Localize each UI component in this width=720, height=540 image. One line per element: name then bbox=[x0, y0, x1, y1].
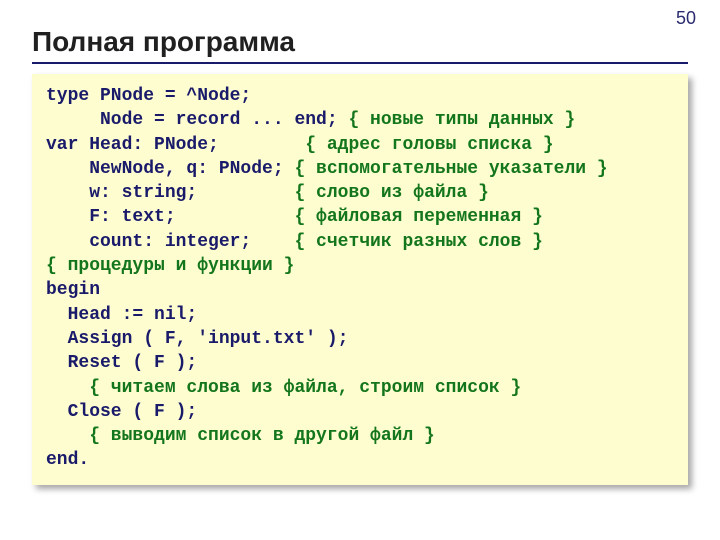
code-comment: { читаем слова из файла, строим список } bbox=[46, 378, 521, 398]
code-line: end. bbox=[46, 450, 89, 470]
code-comment: { слово из файла } bbox=[197, 183, 489, 203]
title-rule bbox=[32, 62, 688, 64]
code-comment: { вспомогательные указатели } bbox=[284, 159, 608, 179]
code-line: NewNode, q: PNode; bbox=[46, 159, 284, 179]
code-comment: { файловая переменная } bbox=[176, 207, 543, 227]
slide-title: Полная программа bbox=[32, 26, 295, 58]
code-line: F: text; bbox=[46, 207, 176, 227]
code-comment: { адрес головы списка } bbox=[219, 135, 554, 155]
code-line: Node = record ... end; bbox=[46, 110, 338, 130]
code-line: var Head: PNode; bbox=[46, 135, 219, 155]
code-line: Close ( F ); bbox=[46, 402, 197, 422]
code-comment: { счетчик разных слов } bbox=[251, 232, 543, 252]
code-comment: { выводим список в другой файл } bbox=[46, 426, 435, 446]
code-line: w: string; bbox=[46, 183, 197, 203]
code-line: type PNode = ^Node; bbox=[46, 86, 251, 106]
slide: 50 Полная программа type PNode = ^Node; … bbox=[0, 0, 720, 540]
code-line: Head := nil; bbox=[46, 305, 197, 325]
code-line: count: integer; bbox=[46, 232, 251, 252]
page-number: 50 bbox=[676, 8, 696, 29]
code-line: Assign ( F, 'input.txt' ); bbox=[46, 329, 348, 349]
code-block: type PNode = ^Node; Node = record ... en… bbox=[32, 74, 688, 485]
code-comment: { новые типы данных } bbox=[338, 110, 576, 130]
code-line: begin bbox=[46, 280, 100, 300]
code-line: Reset ( F ); bbox=[46, 353, 197, 373]
code-comment: { процедуры и функции } bbox=[46, 256, 294, 276]
